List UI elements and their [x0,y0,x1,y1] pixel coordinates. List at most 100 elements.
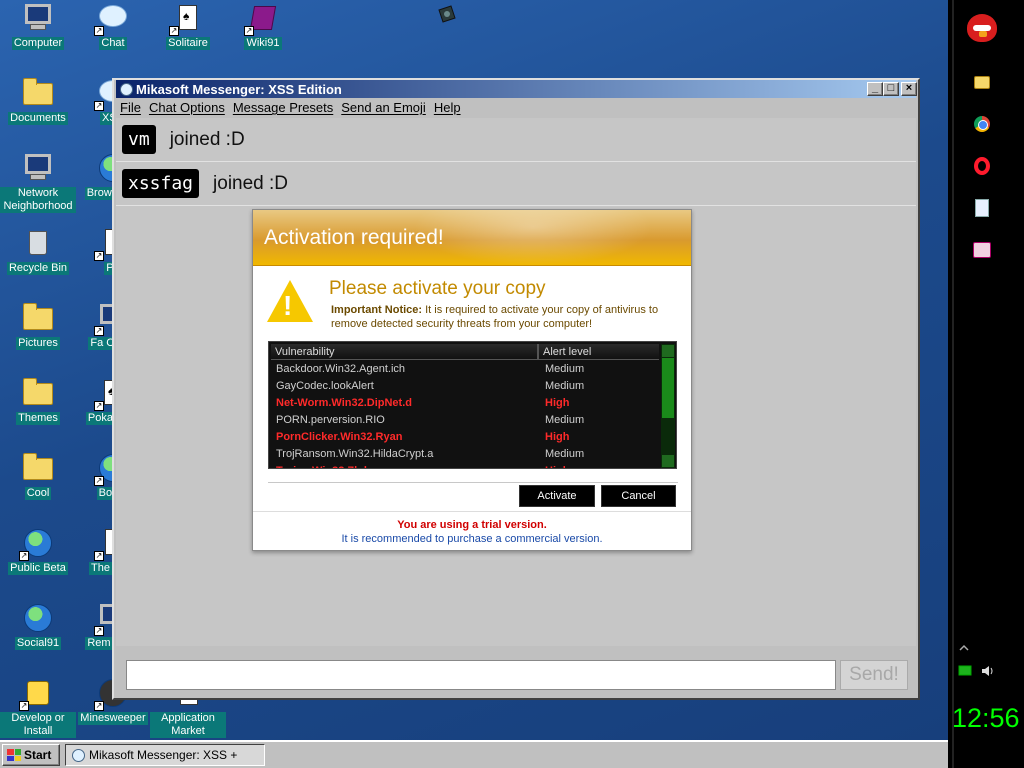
desktop-icon-documents[interactable]: Documents [0,77,76,125]
chat-message: vm joined :D [116,118,916,162]
cool-folder-icon [21,452,55,484]
activate-button[interactable]: Activate [519,485,595,507]
column-alert-level[interactable]: Alert level [539,344,659,359]
desktop-icon-wiki91[interactable]: ↗ Wiki91 [225,2,301,50]
table-row[interactable]: GayCodec.lookAlert Medium [271,378,659,395]
clock: 12:56 [952,703,1020,733]
window-title: Mikasoft Messenger: XSS Edition [136,81,342,97]
right-sidebar [948,0,1024,768]
cancel-button[interactable]: Cancel [601,485,676,507]
vulnerability-table[interactable]: Vulnerability Alert level Backdoor.Win32… [268,341,677,469]
paint-icon[interactable] [956,230,1008,270]
desktop-icon-label: Computer [11,37,65,50]
folder-icon[interactable] [956,62,1008,102]
desktop-icon-label: Solitaire [166,37,210,50]
recycle-bin-icon [21,227,55,259]
camera-icon [438,5,456,23]
desktop-icon-label: Network Neighborhood [0,187,76,213]
send-button[interactable]: Send! [840,660,908,690]
desktop-icon-recycle-bin[interactable]: Recycle Bin [0,227,76,275]
start-button[interactable]: Start [2,744,60,766]
alert-level: High [541,463,659,468]
table-row[interactable]: Net-Worm.Win32.DipNet.d High [271,395,659,412]
vulnerability-name: GayCodec.lookAlert [276,380,374,392]
menu-chat-options[interactable]: Chat Options [149,100,225,118]
table-row[interactable]: Backdoor.Win32.Agent.ich Medium [271,361,659,378]
divider [268,482,678,483]
close-button[interactable]: × [901,82,917,96]
desktop-icon-label: Develop or Install [0,712,76,738]
window-titlebar[interactable]: Mikasoft Messenger: XSS Edition _ □ × [116,80,917,98]
menu-send-emoji[interactable]: Send an Emoji [341,100,426,118]
desktop-icon-computer[interactable]: Computer [0,2,76,50]
chrome-icon[interactable] [956,104,1008,144]
computer-icon [21,2,55,34]
vulnerability-name: Trojan.Win32.Zlob.a [271,463,541,468]
menu-file[interactable]: File [120,100,141,118]
minimize-button[interactable]: _ [867,82,883,96]
notepad-icon[interactable] [956,188,1008,228]
alert-level: Medium [545,380,585,392]
desktop-icon-label: Chat [99,37,127,50]
desktop-icon-cool[interactable]: Cool [0,452,76,500]
warning-exclamation: ! [283,290,293,321]
dialog-title: Activation required! [264,226,444,249]
network-icon [21,152,55,184]
tray-arrow-icon[interactable] [958,642,970,654]
user-tag: vm [122,125,156,154]
desktop-icon-themes[interactable]: Themes [0,377,76,425]
notice-label: Important Notice: [331,304,423,316]
table-row[interactable]: Trojan.Win32.Zlob.aHigh [271,463,659,468]
scroll-down-arrow[interactable] [662,455,674,467]
messenger-app-icon [120,82,133,96]
taskbar-item-messenger[interactable]: Mikasoft Messenger: XSS + [65,744,265,766]
taskbar-item-label: Mikasoft Messenger: XSS + [89,748,238,762]
chat-input[interactable] [126,660,836,690]
solitaire-icon: ↗ [169,2,205,36]
themes-folder-icon [21,377,55,409]
table-header: Vulnerability Alert level [271,344,659,360]
table-scrollbar[interactable] [661,344,675,468]
menu-message-presets[interactable]: Message Presets [233,100,333,118]
desktop-icon-develop-install[interactable]: ↗ Develop or Install [0,677,76,738]
table-row[interactable]: TrojRansom.Win32.HildaCrypt.a Medium [271,446,659,463]
maximize-button[interactable]: □ [883,82,899,96]
desktop-icon-pictures[interactable]: Pictures [0,302,76,350]
dialog-header: Activation required! [253,210,691,266]
desktop-icon-label: Themes [16,412,60,425]
documents-folder-icon [21,77,55,109]
menubar: File Chat Options Message Presets Send a… [120,100,461,118]
table-row[interactable]: PORN.perversion.RIO Medium [271,412,659,429]
angry-bird-icon[interactable] [956,8,1008,48]
menu-help[interactable]: Help [434,100,461,118]
desktop-icon-label: Recycle Bin [6,262,70,275]
column-vulnerability[interactable]: Vulnerability [271,344,539,359]
desktop-icon-network[interactable]: Network Neighborhood [0,152,76,213]
important-notice: Important Notice: It is required to acti… [331,303,681,331]
pictures-folder-icon [21,302,55,334]
social-globe-icon [21,602,55,634]
vulnerability-name: Backdoor.Win32.Agent.ich [276,363,406,375]
desktop-icon-chat[interactable]: ↗ Chat [75,2,151,50]
public-beta-icon: ↗ [19,527,55,561]
activate-heading: Please activate your copy [329,278,546,299]
desktop-icon-label: Application Market [150,712,226,738]
activation-dialog[interactable]: Activation required! ! Please activate y… [252,209,692,551]
desktop-icon-public-beta[interactable]: ↗ Public Beta [0,527,76,575]
scroll-thumb[interactable] [662,358,674,418]
desktop-icon-solitaire[interactable]: ↗ Solitaire [150,2,226,50]
alert-level: Medium [545,448,585,460]
volume-icon[interactable] [980,664,996,678]
windows-logo-icon [7,749,21,761]
alert-level: High [545,431,570,443]
table-row[interactable]: PornClicker.Win32.Ryan High [271,429,659,446]
network-tray-icon[interactable] [958,664,972,678]
scroll-up-arrow[interactable] [662,345,674,357]
purchase-recommendation[interactable]: It is recommended to purchase a commerci… [253,533,691,545]
desktop-icon-label: Public Beta [8,562,68,575]
desktop-icon-label: Cool [24,487,52,500]
alert-level: Medium [545,363,585,375]
opera-icon[interactable] [956,146,1008,186]
desktop-icon-social91[interactable]: Social91 [0,602,76,650]
trial-warning: You are using a trial version. [397,519,547,531]
